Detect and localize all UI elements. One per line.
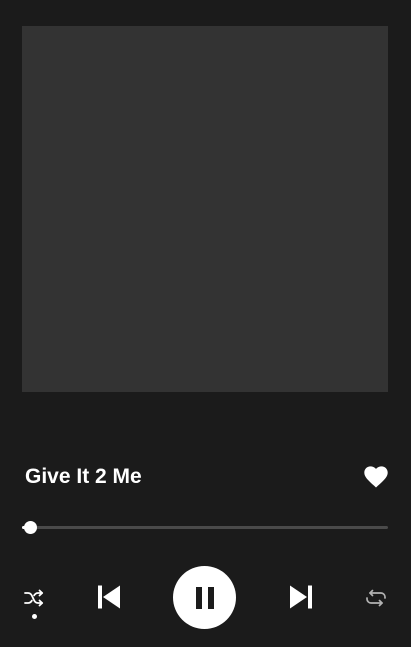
- shuffle-button[interactable]: [20, 584, 48, 612]
- skip-next-icon: [290, 585, 312, 609]
- pause-icon: [195, 586, 214, 609]
- album-art: [22, 26, 388, 392]
- pause-button[interactable]: [173, 566, 236, 629]
- skip-previous-icon: [98, 585, 120, 609]
- repeat-button[interactable]: [362, 584, 390, 612]
- like-button[interactable]: [363, 465, 389, 489]
- shuffle-active-indicator: [32, 614, 37, 619]
- repeat-icon: [366, 589, 386, 607]
- next-button[interactable]: [285, 581, 317, 613]
- previous-button[interactable]: [93, 581, 125, 613]
- track-title: Give It 2 Me: [25, 465, 142, 488]
- shuffle-icon: [24, 589, 44, 607]
- progress-bar[interactable]: [22, 521, 388, 534]
- progress-thumb[interactable]: [24, 521, 38, 534]
- heart-icon: [364, 466, 388, 488]
